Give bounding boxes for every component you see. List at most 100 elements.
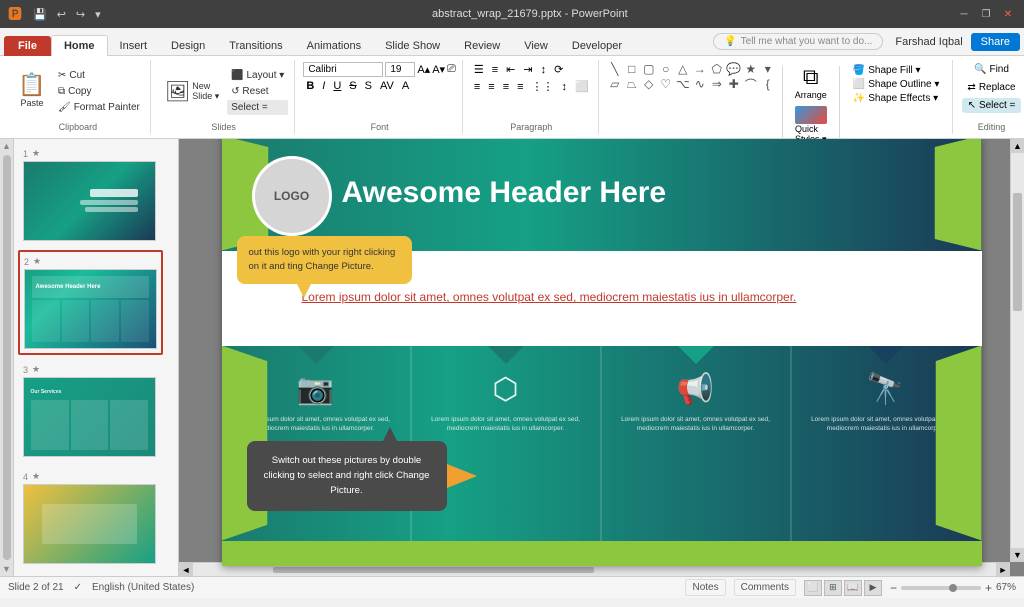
zoom-in-btn[interactable]: + — [985, 581, 992, 595]
cut-button[interactable]: ✂ Cut — [54, 68, 144, 83]
bullets-btn[interactable]: ☰ — [471, 62, 487, 77]
italic-btn[interactable]: I — [319, 79, 328, 93]
text-box-btn[interactable]: ⬜ — [572, 79, 592, 94]
justify-btn[interactable]: ≡ — [514, 80, 526, 94]
save-quickbtn[interactable]: 💾 — [30, 7, 50, 22]
undo-quickbtn[interactable]: ↩ — [54, 7, 69, 22]
shape-triangle[interactable]: △ — [675, 62, 691, 76]
replace-button[interactable]: ⇄ Replace — [961, 80, 1021, 95]
tab-animations[interactable]: Animations — [295, 36, 373, 56]
align-left-btn[interactable]: ≡ — [471, 80, 483, 94]
tab-developer[interactable]: Developer — [560, 36, 634, 56]
increase-indent-btn[interactable]: ⇥ — [520, 62, 535, 77]
font-name-input[interactable] — [303, 62, 383, 77]
tab-file[interactable]: File — [4, 36, 51, 56]
lorem-text[interactable]: Lorem ipsum dolor sit amet, omnes volutp… — [302, 288, 797, 307]
shape-chevron[interactable]: ⌥ — [675, 77, 691, 91]
tab-home[interactable]: Home — [51, 35, 108, 56]
copy-button[interactable]: ⧉ Copy — [54, 84, 144, 99]
v-scroll-down[interactable]: ▼ — [1011, 548, 1024, 562]
scroll-up-arrow[interactable]: ▲ — [2, 139, 11, 153]
shape-heart[interactable]: ♡ — [658, 77, 674, 91]
share-button[interactable]: Share — [971, 33, 1020, 51]
shape-line[interactable]: ╲ — [607, 62, 623, 76]
tell-me-input[interactable]: 💡 Tell me what you want to do... — [713, 33, 883, 50]
shape-trap[interactable]: ⏢ — [624, 77, 640, 91]
align-center-btn[interactable]: ≡ — [485, 80, 497, 94]
h-scroll-right[interactable]: ► — [996, 563, 1010, 577]
shape-block-arrow[interactable]: ⇒ — [709, 77, 725, 91]
tab-insert[interactable]: Insert — [108, 36, 160, 56]
shape-callout[interactable]: 💬 — [726, 62, 742, 76]
tab-review[interactable]: Review — [452, 36, 512, 56]
columns-btn[interactable]: ⋮⋮ — [529, 79, 557, 94]
shape-parallelogram[interactable]: ▱ — [607, 77, 623, 91]
tab-design[interactable]: Design — [159, 36, 217, 56]
shape-oval[interactable]: ○ — [658, 62, 674, 76]
find-button[interactable]: 🔍 Find — [968, 62, 1015, 77]
clear-format-btn[interactable]: ⎚ — [447, 63, 456, 76]
new-slide-button[interactable]: 🖼 NewSlide ▾ — [159, 75, 225, 108]
section-button[interactable]: Select = — [227, 100, 288, 115]
decrease-font-btn[interactable]: A▾ — [432, 63, 445, 76]
line-spacing-btn[interactable]: ↕ — [559, 80, 571, 94]
convert-smartart-btn[interactable]: ⟳ — [551, 62, 566, 77]
slide-sorter-btn[interactable]: ⊞ — [824, 580, 842, 596]
shape-star[interactable]: ★ — [743, 62, 759, 76]
slide-panel-scrollbar[interactable]: ▲ ▼ — [0, 139, 14, 576]
shape-fill-button[interactable]: 🪣 Shape Fill ▾ — [850, 64, 943, 77]
shape-arc[interactable]: ⌒ — [743, 77, 759, 91]
h-scroll-left[interactable]: ◄ — [179, 563, 193, 577]
tab-view[interactable]: View — [512, 36, 560, 56]
minimize-btn[interactable]: ─ — [956, 6, 972, 22]
strikethrough-btn[interactable]: S — [346, 79, 359, 93]
tab-transitions[interactable]: Transitions — [217, 36, 294, 56]
numbering-btn[interactable]: ≡ — [489, 63, 501, 77]
close-btn[interactable]: ✕ — [1000, 6, 1016, 22]
shape-effects-button[interactable]: ✨ Shape Effects ▾ — [850, 92, 943, 105]
shape-rounded-rect[interactable]: ▢ — [641, 62, 657, 76]
arrange-button[interactable]: ⧉ Arrange — [789, 62, 833, 102]
shape-more[interactable]: ▾ — [760, 62, 776, 76]
font-size-input[interactable] — [385, 62, 415, 77]
notes-button[interactable]: Notes — [685, 579, 725, 596]
shape-brace[interactable]: { — [760, 77, 776, 91]
charspacing-btn[interactable]: AV — [377, 79, 397, 93]
tab-slideshow[interactable]: Slide Show — [373, 36, 452, 56]
bold-btn[interactable]: B — [303, 79, 317, 93]
underline-btn[interactable]: U — [330, 79, 344, 93]
slide-thumb-4[interactable]: 4 ★ — [18, 466, 163, 569]
scroll-down-arrow[interactable]: ▼ — [2, 562, 11, 576]
text-direction-btn[interactable]: ↕ — [538, 63, 550, 77]
normal-view-btn[interactable]: ⬜ — [804, 580, 822, 596]
reading-view-btn[interactable]: 📖 — [844, 580, 862, 596]
redo-quickbtn[interactable]: ↪ — [73, 7, 88, 22]
v-scrollbar[interactable]: ▲ ▼ — [1010, 139, 1024, 562]
shape-outline-button[interactable]: ⬜ Shape Outline ▾ — [850, 78, 943, 91]
customize-quickbtn[interactable]: ▾ — [92, 7, 104, 22]
slide-thumb-2[interactable]: 2 ★ Awesome Header Here — [18, 250, 163, 355]
v-scroll-up[interactable]: ▲ — [1011, 139, 1024, 153]
font-color-btn[interactable]: A — [399, 79, 412, 93]
paste-button[interactable]: 📋 Paste — [12, 70, 52, 112]
shape-diamond[interactable]: ◇ — [641, 77, 657, 91]
shape-cross[interactable]: ✚ — [726, 77, 742, 91]
reset-button[interactable]: ↺ Reset — [227, 84, 288, 99]
select-button[interactable]: ↖ Select = — [962, 98, 1022, 113]
shape-arrow[interactable]: → — [692, 62, 708, 76]
align-right-btn[interactable]: ≡ — [500, 80, 512, 94]
zoom-slider[interactable] — [901, 586, 981, 590]
comments-button[interactable]: Comments — [734, 579, 796, 596]
slide-thumb-1[interactable]: 1 ★ — [18, 143, 163, 246]
logo-circle[interactable]: LOGO — [252, 156, 332, 236]
shadow-btn[interactable]: S — [362, 79, 375, 93]
shape-pentagon[interactable]: ⬠ — [709, 62, 725, 76]
slide-thumb-3[interactable]: 3 ★ Our Services — [18, 359, 163, 462]
layout-button[interactable]: ⬛ Layout ▾ — [227, 68, 288, 83]
restore-btn[interactable]: ❐ — [978, 6, 994, 22]
format-painter-button[interactable]: 🖌 Format Painter — [54, 100, 144, 115]
zoom-out-btn[interactable]: − — [890, 581, 897, 595]
increase-font-btn[interactable]: A▴ — [417, 63, 430, 76]
shape-rect[interactable]: □ — [624, 62, 640, 76]
slide-thumb-5[interactable]: 5 ★ Financials — [18, 573, 163, 576]
